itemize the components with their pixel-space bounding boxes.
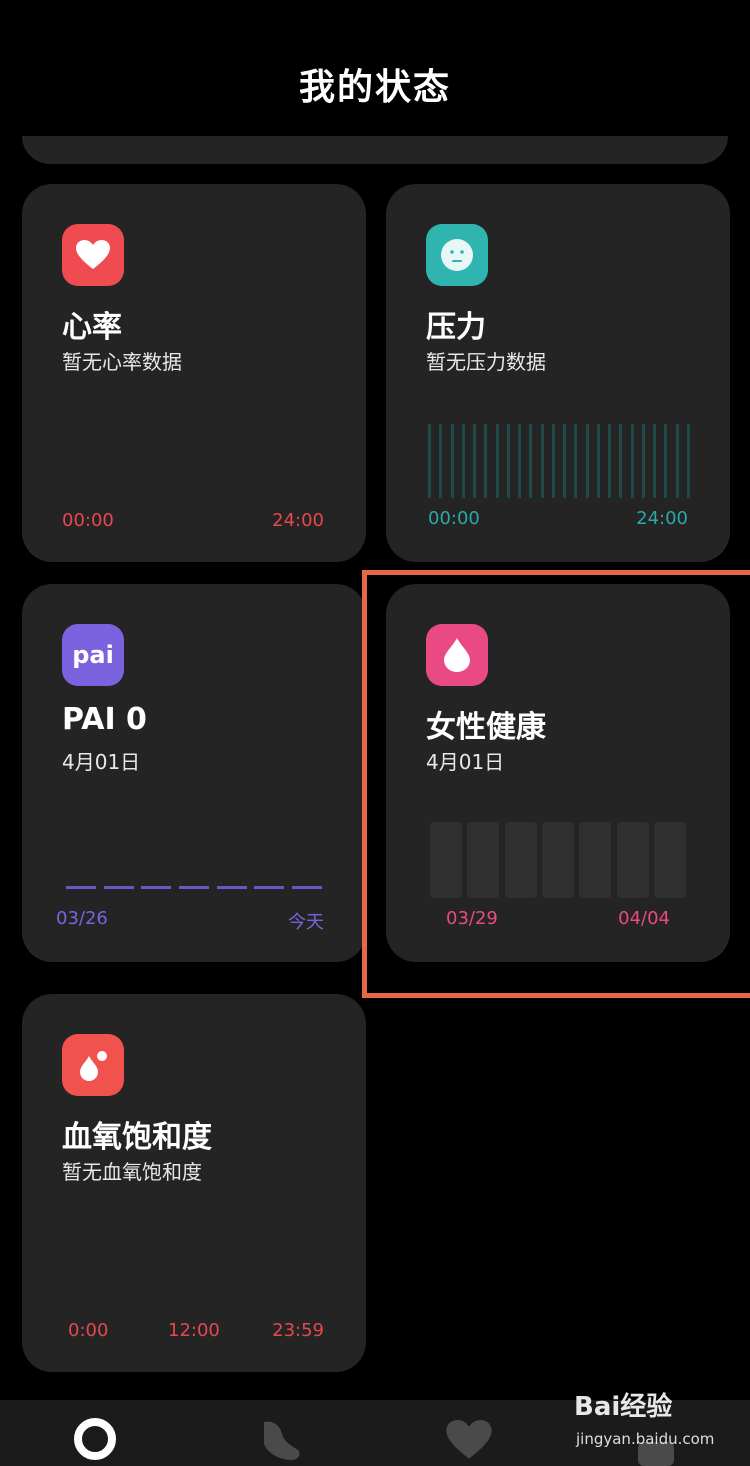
shoe-icon[interactable]	[258, 1418, 304, 1466]
pai-title: PAI 0	[62, 702, 147, 737]
blood-oxygen-axis-mid: 12:00	[168, 1320, 220, 1341]
watermark-brand: Bai经验	[574, 1392, 673, 1422]
status-ring-icon[interactable]	[72, 1416, 118, 1466]
page-title: 我的状态	[298, 67, 451, 108]
heart-icon	[62, 224, 124, 286]
heart-rate-axis-start: 00:00	[62, 510, 114, 531]
stress-axis-end: 24:00	[636, 508, 688, 529]
pai-subtitle: 4月01日	[62, 750, 141, 774]
pai-logo-icon: pai	[62, 624, 124, 686]
blood-oxygen-axis-end: 23:59	[272, 1320, 324, 1341]
blood-oxygen-title: 血氧饱和度	[62, 1120, 212, 1155]
heart-icon[interactable]	[446, 1420, 492, 1464]
blood-oxygen-card[interactable]: 血氧饱和度 暂无血氧饱和度 0:00 12:00 23:59	[22, 994, 366, 1372]
watermark-url: jingyan.baidu.com	[576, 1430, 715, 1448]
stress-subtitle: 暂无压力数据	[426, 350, 546, 374]
collapsed-card-strip[interactable]	[22, 136, 728, 164]
pai-axis-start: 03/26	[56, 908, 108, 929]
baidu-jingyan-watermark: Bai经验 jingyan.baidu.com	[574, 1384, 734, 1456]
stress-bar-placeholder	[428, 424, 690, 498]
blood-oxygen-axis-start: 0:00	[68, 1320, 109, 1341]
neutral-face-icon	[426, 224, 488, 286]
heart-rate-title: 心率	[62, 310, 122, 345]
heart-rate-card[interactable]: 心率 暂无心率数据 00:00 24:00	[22, 184, 366, 562]
blood-oxygen-subtitle: 暂无血氧饱和度	[62, 1160, 202, 1184]
pai-logo-text: pai	[72, 641, 114, 669]
pai-card[interactable]: pai PAI 0 4月01日 03/26 今天	[22, 584, 366, 962]
pai-weekly-bars	[66, 886, 322, 889]
oxygen-drops-icon	[62, 1034, 124, 1096]
heart-rate-axis-end: 24:00	[272, 510, 324, 531]
stress-axis-start: 00:00	[428, 508, 480, 529]
pai-axis-end: 今天	[288, 912, 324, 933]
stress-title: 压力	[426, 310, 486, 345]
heart-rate-subtitle: 暂无心率数据	[62, 350, 182, 374]
stress-card[interactable]: 压力 暂无压力数据 00:00 24:00	[386, 184, 730, 562]
highlight-annotation-box	[362, 570, 750, 998]
